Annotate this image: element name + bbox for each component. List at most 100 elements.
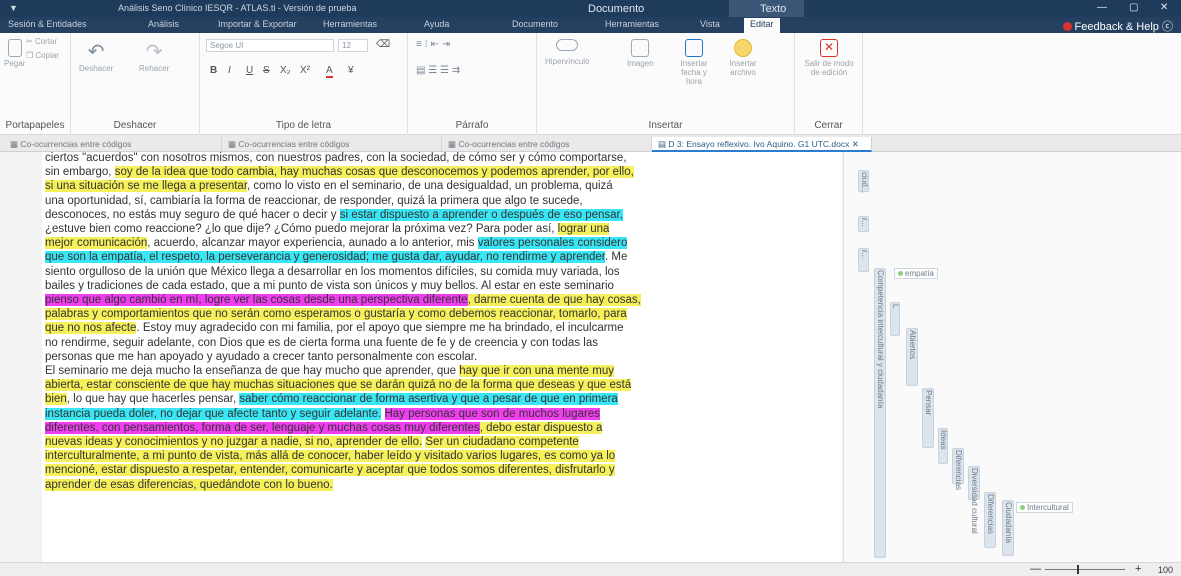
- document-line[interactable]: que son la empatía, el respeto, la perse…: [45, 250, 627, 264]
- exit-edit-label: Salir de modo de edición: [804, 59, 854, 77]
- clear-format-icon[interactable]: ⌫: [376, 39, 390, 50]
- context-label-texto: Texto: [760, 3, 787, 15]
- document-line[interactable]: instancia pueda doler, no dejar que afec…: [45, 407, 600, 421]
- document-line[interactable]: diferentes, con pensamientos, forma de s…: [45, 421, 603, 435]
- redo-button[interactable]: ↷ Rehacer: [139, 39, 169, 73]
- document-line[interactable]: El seminario me deja mucho la enseñanza …: [45, 364, 614, 378]
- doc-tab-cooc-3[interactable]: ▦ Co-ocurrencias entre códigos: [442, 137, 652, 152]
- strikethrough-button[interactable]: S: [263, 65, 270, 76]
- align-icons[interactable]: ▤ ☰ ☰ ⇉: [416, 65, 460, 76]
- highlighted-quotation: lograr una: [557, 223, 610, 235]
- highlighted-quotation: nuevas ideas y conocimientos y no juzgar…: [45, 436, 423, 448]
- group-label-insertar: Insertar: [648, 120, 683, 131]
- file-icon: [734, 39, 752, 57]
- highlight-button[interactable]: ¥: [348, 65, 354, 76]
- document-line[interactable]: personas que me han apoyado y ayudado a …: [45, 350, 477, 364]
- tab-documento[interactable]: Documento: [512, 19, 558, 29]
- highlighted-quotation: que son la empatía, el respeto, la perse…: [45, 251, 606, 264]
- text-run: . Estoy muy agradecido con mi familia, p…: [136, 322, 624, 335]
- tab-vista[interactable]: Vista: [700, 19, 720, 29]
- document-line[interactable]: ¿estuve bien como reaccione? ¿lo que dij…: [45, 222, 610, 236]
- document-line[interactable]: nuevas ideas y conocimientos y no juzgar…: [45, 435, 579, 449]
- document-line[interactable]: desconoces, no estás muy seguro de qué h…: [45, 208, 623, 222]
- tab-editar[interactable]: Editar: [744, 18, 780, 33]
- tab-herramientas[interactable]: Herramientas: [323, 19, 377, 29]
- zoom-out-button[interactable]: —: [1030, 563, 1041, 575]
- code-color-icon: [1020, 505, 1025, 510]
- font-color-button[interactable]: A: [326, 65, 333, 78]
- datetime-button[interactable]: Insertar fecha y hora: [672, 39, 716, 86]
- undo-button[interactable]: ↶ Deshacer: [79, 39, 113, 73]
- document-line[interactable]: pienso que algo cambió en mí, logre ver …: [45, 293, 641, 307]
- zoom-in-button[interactable]: +: [1135, 563, 1141, 575]
- bullets-icon[interactable]: ≡ ⁝ ⇤ ⇥: [416, 39, 450, 50]
- superscript-button[interactable]: X²: [300, 65, 310, 76]
- document-line[interactable]: no rendirme, seguir adelante, con Dios q…: [45, 336, 598, 350]
- restore-button[interactable]: ▢: [1129, 2, 1138, 13]
- document-line[interactable]: abierta, estar consciente de que hay muc…: [45, 378, 632, 392]
- code-tag-empatia[interactable]: empatía: [894, 268, 938, 279]
- insert-file-label: Insertar archivo: [729, 59, 757, 77]
- highlighted-quotation: aprender de esas diferencias, quedándote…: [45, 478, 333, 491]
- italic-button[interactable]: I: [228, 65, 231, 76]
- zoom-slider-thumb[interactable]: [1077, 565, 1079, 574]
- group-parrafo: ≡ ⁝ ⇤ ⇥ ▤ ☰ ☰ ⇉ Párrafo: [408, 33, 537, 135]
- document-editor[interactable]: ciertos "acuerdos" con nosotros mismos, …: [42, 152, 842, 562]
- document-line[interactable]: aprender de esas diferencias, quedándote…: [45, 478, 333, 492]
- doc-tab-cooc-2[interactable]: ▦ Co-ocurrencias entre códigos: [222, 137, 442, 152]
- doc-tab-cooc-1[interactable]: ▦ Co-ocurrencias entre códigos: [4, 137, 222, 152]
- highlighted-quotation: abierta, estar consciente de que hay muc…: [45, 379, 632, 392]
- paste-button[interactable]: Pegar: [4, 39, 25, 68]
- document-line[interactable]: sin embargo, soy de la idea que todo cam…: [45, 165, 634, 179]
- tab-sesion[interactable]: Sesión & Entidades: [8, 19, 87, 29]
- tab-doc-herramientas[interactable]: Herramientas: [605, 19, 659, 29]
- bold-button[interactable]: B: [210, 65, 217, 76]
- text-run: , lo que hay que hacerles pensar,: [66, 393, 240, 406]
- app-menu-icon[interactable]: ▼: [9, 3, 18, 13]
- feedback-help-button[interactable]: Feedback & Help ⓒ: [1062, 18, 1173, 34]
- document-line[interactable]: ciertos "acuerdos" con nosotros mismos, …: [45, 152, 627, 165]
- image-button[interactable]: Imagen: [627, 39, 654, 68]
- text-run: El seminario me deja mucho la enseñanza …: [45, 365, 460, 377]
- font-size-select[interactable]: 12: [338, 39, 368, 52]
- document-line[interactable]: mencioné, estar dispuesto a respetar, en…: [45, 463, 615, 477]
- zoom-slider[interactable]: [1045, 569, 1125, 570]
- document-line[interactable]: siento orgulloso de la unión que México …: [45, 265, 620, 279]
- tab-analisis[interactable]: Análisis: [148, 19, 179, 29]
- ribbon: Pegar ✂ Cortar ❐ Copiar Portapapeles ↶ De…: [0, 33, 1181, 135]
- cut-button[interactable]: ✂ Cortar: [26, 37, 57, 46]
- subscript-button[interactable]: X₂: [280, 65, 291, 76]
- document-line[interactable]: mejor comunicación, acuerdo, alcanzar ma…: [45, 236, 628, 250]
- close-tab-icon[interactable]: ✕: [852, 139, 859, 149]
- minimize-button[interactable]: —: [1097, 2, 1107, 13]
- code-label: Diversidad cultural: [970, 468, 979, 534]
- text-run: personas que me han apoyado y ayudado a …: [45, 350, 478, 363]
- highlighted-quotation: soy de la idea que todo cambia, hay much…: [114, 166, 634, 179]
- redo-label: Rehacer: [139, 64, 170, 73]
- document-line[interactable]: que no nos afecte. Estoy muy agradecido …: [45, 321, 624, 335]
- document-line[interactable]: palabras y comportamientos que no serán …: [45, 307, 627, 321]
- document-line[interactable]: si una situación se me llega a presentar…: [45, 179, 613, 193]
- close-button[interactable]: ✕: [1160, 2, 1168, 13]
- document-line[interactable]: interculturalmente, a mi punto de vista,…: [45, 449, 616, 463]
- copy-button[interactable]: ❐ Copiar: [26, 51, 59, 60]
- insert-file-button[interactable]: Insertar archivo: [725, 39, 761, 77]
- exit-edit-button[interactable]: ✕ Salir de modo de edición: [801, 39, 857, 77]
- underline-button[interactable]: U: [246, 65, 253, 76]
- image-icon: [631, 39, 650, 57]
- tab-ayuda[interactable]: Ayuda: [424, 19, 449, 29]
- code-tag-intercultural[interactable]: Intercultural: [1016, 502, 1073, 513]
- doc-tab-ensayo[interactable]: ▤ D 3: Ensayo reflexivo. Ivo Aquino. G1 …: [652, 137, 872, 152]
- undo-label: Deshacer: [79, 64, 114, 73]
- code-label: Diferencias: [954, 450, 963, 491]
- tab-importar-exportar[interactable]: Importar & Exportar: [218, 19, 297, 29]
- doc-tab-label: Co-ocurrencias entre códigos: [238, 139, 350, 149]
- document-line[interactable]: bien, lo que hay que hacerles pensar, sa…: [45, 392, 618, 406]
- group-portapapeles: Pegar ✂ Cortar ❐ Copiar Portapapeles: [0, 33, 71, 135]
- document-tab-strip: ▦ Co-ocurrencias entre códigos ▦ Co-ocur…: [0, 135, 1181, 152]
- document-line[interactable]: bailes y tradiciones de cada estado, que…: [45, 279, 614, 293]
- font-family-select[interactable]: Segoe UI: [206, 39, 334, 52]
- hyperlink-button[interactable]: Hipervínculo: [545, 39, 589, 66]
- ribbon-tab-bar: Sesión & Entidades Análisis Importar & E…: [0, 17, 1181, 33]
- document-line[interactable]: una oportunidad, sí, cambiaría la forma …: [45, 194, 583, 208]
